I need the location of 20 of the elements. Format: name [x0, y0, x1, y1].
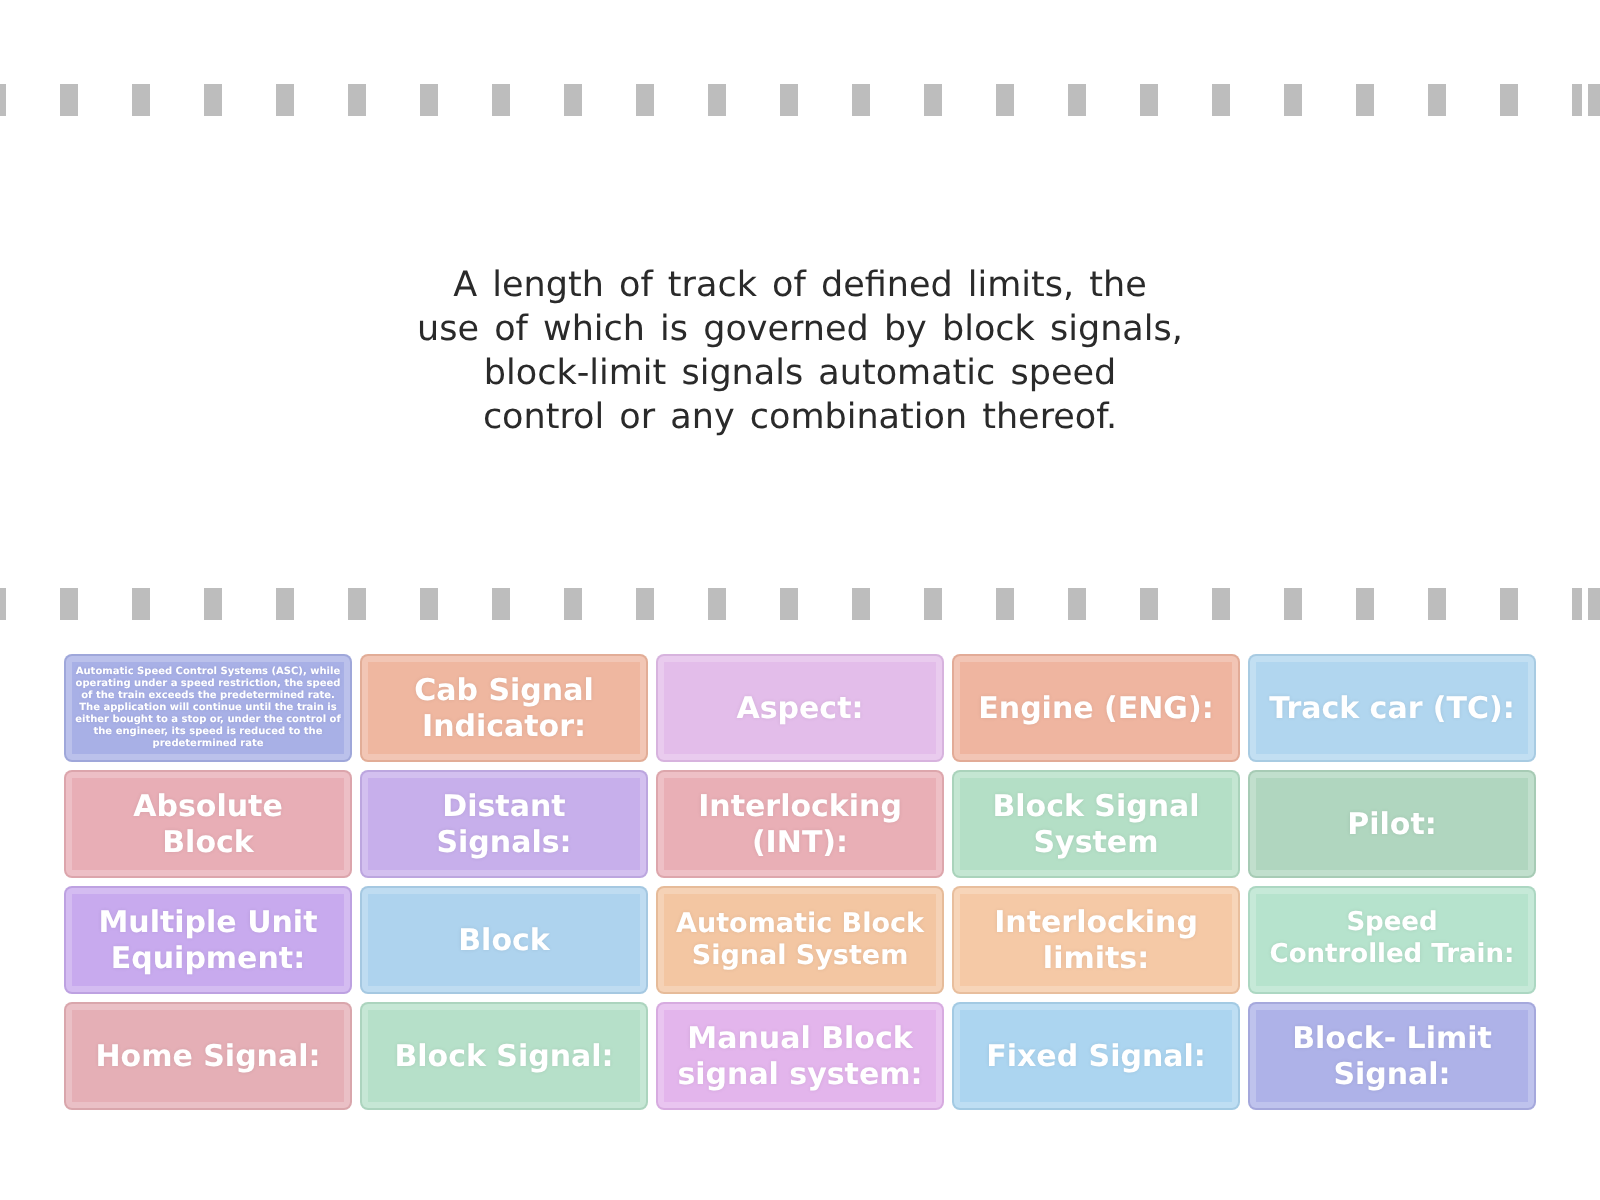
term-tile[interactable]: Interlocking (INT):: [656, 770, 944, 878]
term-tile[interactable]: Block- Limit Signal:: [1248, 1002, 1536, 1110]
term-tile[interactable]: Manual Block signal system:: [656, 1002, 944, 1110]
term-tile[interactable]: Fixed Signal:: [952, 1002, 1240, 1110]
term-tile[interactable]: Cab Signal Indicator:: [360, 654, 648, 762]
term-tile[interactable]: Track car (TC):: [1248, 654, 1536, 762]
term-tile[interactable]: Block Signal:: [360, 1002, 648, 1110]
term-tile[interactable]: Block: [360, 886, 648, 994]
term-tile[interactable]: Multiple Unit Equipment:: [64, 886, 352, 994]
term-tile[interactable]: Aspect:: [656, 654, 944, 762]
term-tile[interactable]: Block Signal System: [952, 770, 1240, 878]
term-tile[interactable]: Distant Signals:: [360, 770, 648, 878]
term-tile[interactable]: Interlocking limits:: [952, 886, 1240, 994]
term-tile[interactable]: Pilot:: [1248, 770, 1536, 878]
term-tile[interactable]: Speed Controlled Train:: [1248, 886, 1536, 994]
term-tile[interactable]: Absolute Block: [64, 770, 352, 878]
term-tile[interactable]: Engine (ENG):: [952, 654, 1240, 762]
definition-text: A length of track of defined limits, the use of which is governed by block signals, block-limit signals automatic speed control or any combination thereof.: [417, 264, 1183, 440]
term-tile[interactable]: Automatic Block Signal System: [656, 886, 944, 994]
term-tile[interactable]: Home Signal:: [64, 1002, 352, 1110]
